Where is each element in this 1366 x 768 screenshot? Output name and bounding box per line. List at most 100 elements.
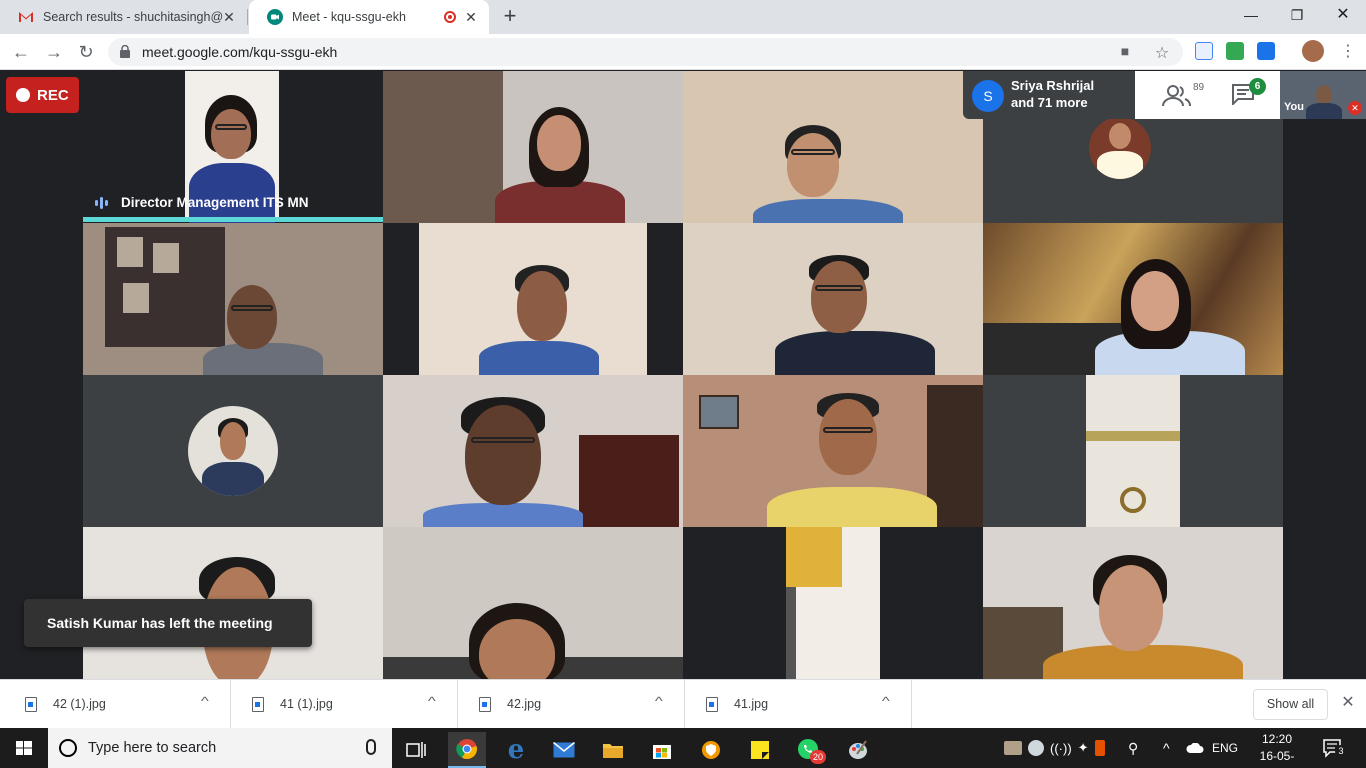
close-tab-icon[interactable]: ✕ bbox=[463, 9, 479, 25]
participant-tile[interactable] bbox=[683, 375, 983, 527]
active-speaker-highlight bbox=[83, 217, 383, 222]
participant-more: and 71 more bbox=[1011, 95, 1088, 110]
file-icon bbox=[252, 697, 264, 712]
store-icon[interactable] bbox=[643, 732, 681, 768]
tray-app-icon[interactable] bbox=[1028, 740, 1044, 756]
file-icon bbox=[706, 697, 718, 712]
restore-button[interactable]: ❐ bbox=[1274, 0, 1320, 32]
windows-start-icon[interactable] bbox=[0, 728, 48, 768]
active-speaker-label: Director Management ITS MN bbox=[95, 195, 309, 210]
download-item[interactable]: 41.jpg ^ bbox=[685, 680, 912, 729]
taskbar-search-box[interactable]: Type here to search bbox=[48, 728, 392, 768]
close-window-button[interactable]: ✕ bbox=[1320, 0, 1366, 32]
windows-taskbar: Type here to search e 20 ((·)) ✦ ⚲ ^ ENG… bbox=[0, 728, 1366, 768]
new-tab-button[interactable]: + bbox=[498, 5, 522, 29]
download-item[interactable]: 42 (1).jpg ^ bbox=[4, 680, 231, 729]
language-indicator[interactable]: ENG bbox=[1212, 728, 1238, 768]
participant-tile[interactable] bbox=[383, 223, 683, 375]
participant-tile[interactable] bbox=[683, 223, 983, 375]
back-button[interactable]: ← bbox=[9, 40, 33, 64]
toast-message: Satish Kumar has left the meeting bbox=[47, 615, 273, 631]
mail-icon[interactable] bbox=[545, 732, 583, 768]
mic-off-icon: ✕ bbox=[1348, 101, 1362, 115]
extension-icon[interactable] bbox=[1226, 42, 1244, 60]
participant-tile[interactable] bbox=[83, 223, 383, 375]
browser-toolbar: ← → ↻ meet.google.com/kqu-ssgu-ekh ■ ☆ ⋮ bbox=[0, 34, 1366, 70]
tab-gmail[interactable]: Search results - shuchitasingh@ ✕ bbox=[0, 0, 247, 34]
clock[interactable]: 12:20 16-05-2020 bbox=[1247, 731, 1307, 768]
tab-meet[interactable]: Meet - kqu-ssgu-ekh ✕ bbox=[249, 0, 489, 34]
show-all-button[interactable]: Show all bbox=[1253, 689, 1328, 720]
chevron-up-icon[interactable]: ^ bbox=[655, 694, 663, 708]
speaker-name: Director Management ITS MN bbox=[121, 195, 309, 210]
participant-avatar bbox=[1089, 117, 1151, 179]
gmail-icon bbox=[18, 9, 34, 25]
download-item[interactable]: 41 (1).jpg ^ bbox=[231, 680, 458, 729]
whatsapp-icon[interactable]: 20 bbox=[790, 732, 828, 768]
download-filename: 41.jpg bbox=[734, 697, 769, 711]
file-explorer-icon[interactable] bbox=[594, 732, 632, 768]
close-shelf-icon[interactable]: ✕ bbox=[1338, 693, 1358, 713]
download-filename: 42.jpg bbox=[507, 697, 542, 711]
notification-toast: Satish Kumar has left the meeting bbox=[24, 599, 312, 647]
paint-icon[interactable] bbox=[839, 732, 877, 768]
participant-tile[interactable] bbox=[983, 223, 1283, 375]
sticky-notes-icon[interactable] bbox=[741, 732, 779, 768]
meet-video-grid: REC Director Management ITS MN S Sriya R… bbox=[0, 71, 1366, 679]
forward-button[interactable]: → bbox=[42, 40, 66, 64]
bookmark-star-icon[interactable]: ☆ bbox=[1152, 43, 1172, 62]
participant-tile[interactable] bbox=[983, 527, 1283, 679]
browser-tab-strip: Search results - shuchitasingh@ ✕ Meet -… bbox=[0, 0, 1366, 34]
menu-kebab-icon[interactable]: ⋮ bbox=[1336, 40, 1360, 64]
tray-app-icon[interactable] bbox=[1004, 741, 1022, 755]
address-bar[interactable]: meet.google.com/kqu-ssgu-ekh ■ ☆ bbox=[108, 38, 1183, 66]
tab-title: Search results - shuchitasingh@ bbox=[43, 10, 224, 24]
system-tray-icons: ((·)) ✦ bbox=[1004, 728, 1105, 768]
participant-summary[interactable]: S Sriya Rshrijal and 71 more bbox=[963, 71, 1135, 119]
chevron-up-icon[interactable]: ^ bbox=[428, 694, 436, 708]
chevron-up-icon[interactable]: ^ bbox=[1163, 728, 1170, 768]
vpn-shield-icon[interactable] bbox=[692, 732, 730, 768]
chrome-taskbar-icon[interactable] bbox=[448, 732, 486, 768]
reload-button[interactable]: ↻ bbox=[74, 40, 98, 64]
people-tray-icon[interactable]: ⚲ bbox=[1128, 728, 1138, 768]
url-text: meet.google.com/kqu-ssgu-ekh bbox=[142, 44, 338, 60]
wifi-hotspot-icon[interactable]: ((·)) bbox=[1050, 741, 1072, 756]
participant-tile[interactable] bbox=[383, 527, 683, 679]
participant-tile[interactable] bbox=[983, 375, 1283, 527]
file-icon bbox=[479, 697, 491, 712]
download-shelf: 42 (1).jpg ^ 41 (1).jpg ^ 42.jpg ^ 41.jp… bbox=[0, 679, 1366, 729]
participants-panel: S Sriya Rshrijal and 71 more 89 6 bbox=[963, 71, 1280, 119]
participant-tile[interactable] bbox=[383, 375, 683, 527]
chevron-up-icon[interactable]: ^ bbox=[882, 694, 890, 708]
task-view-icon[interactable] bbox=[397, 732, 435, 768]
extension-search-icon[interactable] bbox=[1257, 42, 1275, 60]
whatsapp-badge: 20 bbox=[810, 750, 826, 764]
minimize-button[interactable]: — bbox=[1228, 0, 1274, 32]
download-item[interactable]: 42.jpg ^ bbox=[458, 680, 685, 729]
microphone-icon[interactable] bbox=[366, 739, 376, 755]
chat-unread-badge: 6 bbox=[1249, 78, 1266, 95]
chevron-up-icon[interactable]: ^ bbox=[201, 694, 209, 708]
camera-icon[interactable]: ■ bbox=[1115, 43, 1135, 61]
profile-avatar[interactable] bbox=[1302, 40, 1324, 62]
screen: Search results - shuchitasingh@ ✕ Meet -… bbox=[0, 0, 1366, 768]
onedrive-icon[interactable] bbox=[1186, 728, 1204, 768]
record-dot-icon bbox=[16, 88, 30, 102]
participant-initial-avatar: S bbox=[972, 80, 1004, 112]
participant-tile[interactable] bbox=[683, 527, 983, 679]
edge-icon[interactable]: e bbox=[497, 732, 535, 768]
satellite-icon[interactable]: ✦ bbox=[1078, 740, 1089, 756]
close-tab-icon[interactable]: ✕ bbox=[221, 9, 237, 25]
download-filename: 41 (1).jpg bbox=[280, 697, 333, 711]
people-icon[interactable] bbox=[1158, 81, 1198, 111]
tab-separator bbox=[247, 9, 248, 25]
participant-tile[interactable] bbox=[683, 71, 983, 223]
self-view-tile[interactable]: You ✕ bbox=[1280, 71, 1366, 119]
extension-icon[interactable] bbox=[1195, 42, 1213, 60]
tray-app-icon[interactable] bbox=[1094, 740, 1105, 756]
participant-tile[interactable] bbox=[83, 375, 383, 527]
self-label: You bbox=[1284, 101, 1304, 113]
search-placeholder: Type here to search bbox=[88, 740, 217, 756]
participant-tile[interactable] bbox=[383, 71, 683, 223]
